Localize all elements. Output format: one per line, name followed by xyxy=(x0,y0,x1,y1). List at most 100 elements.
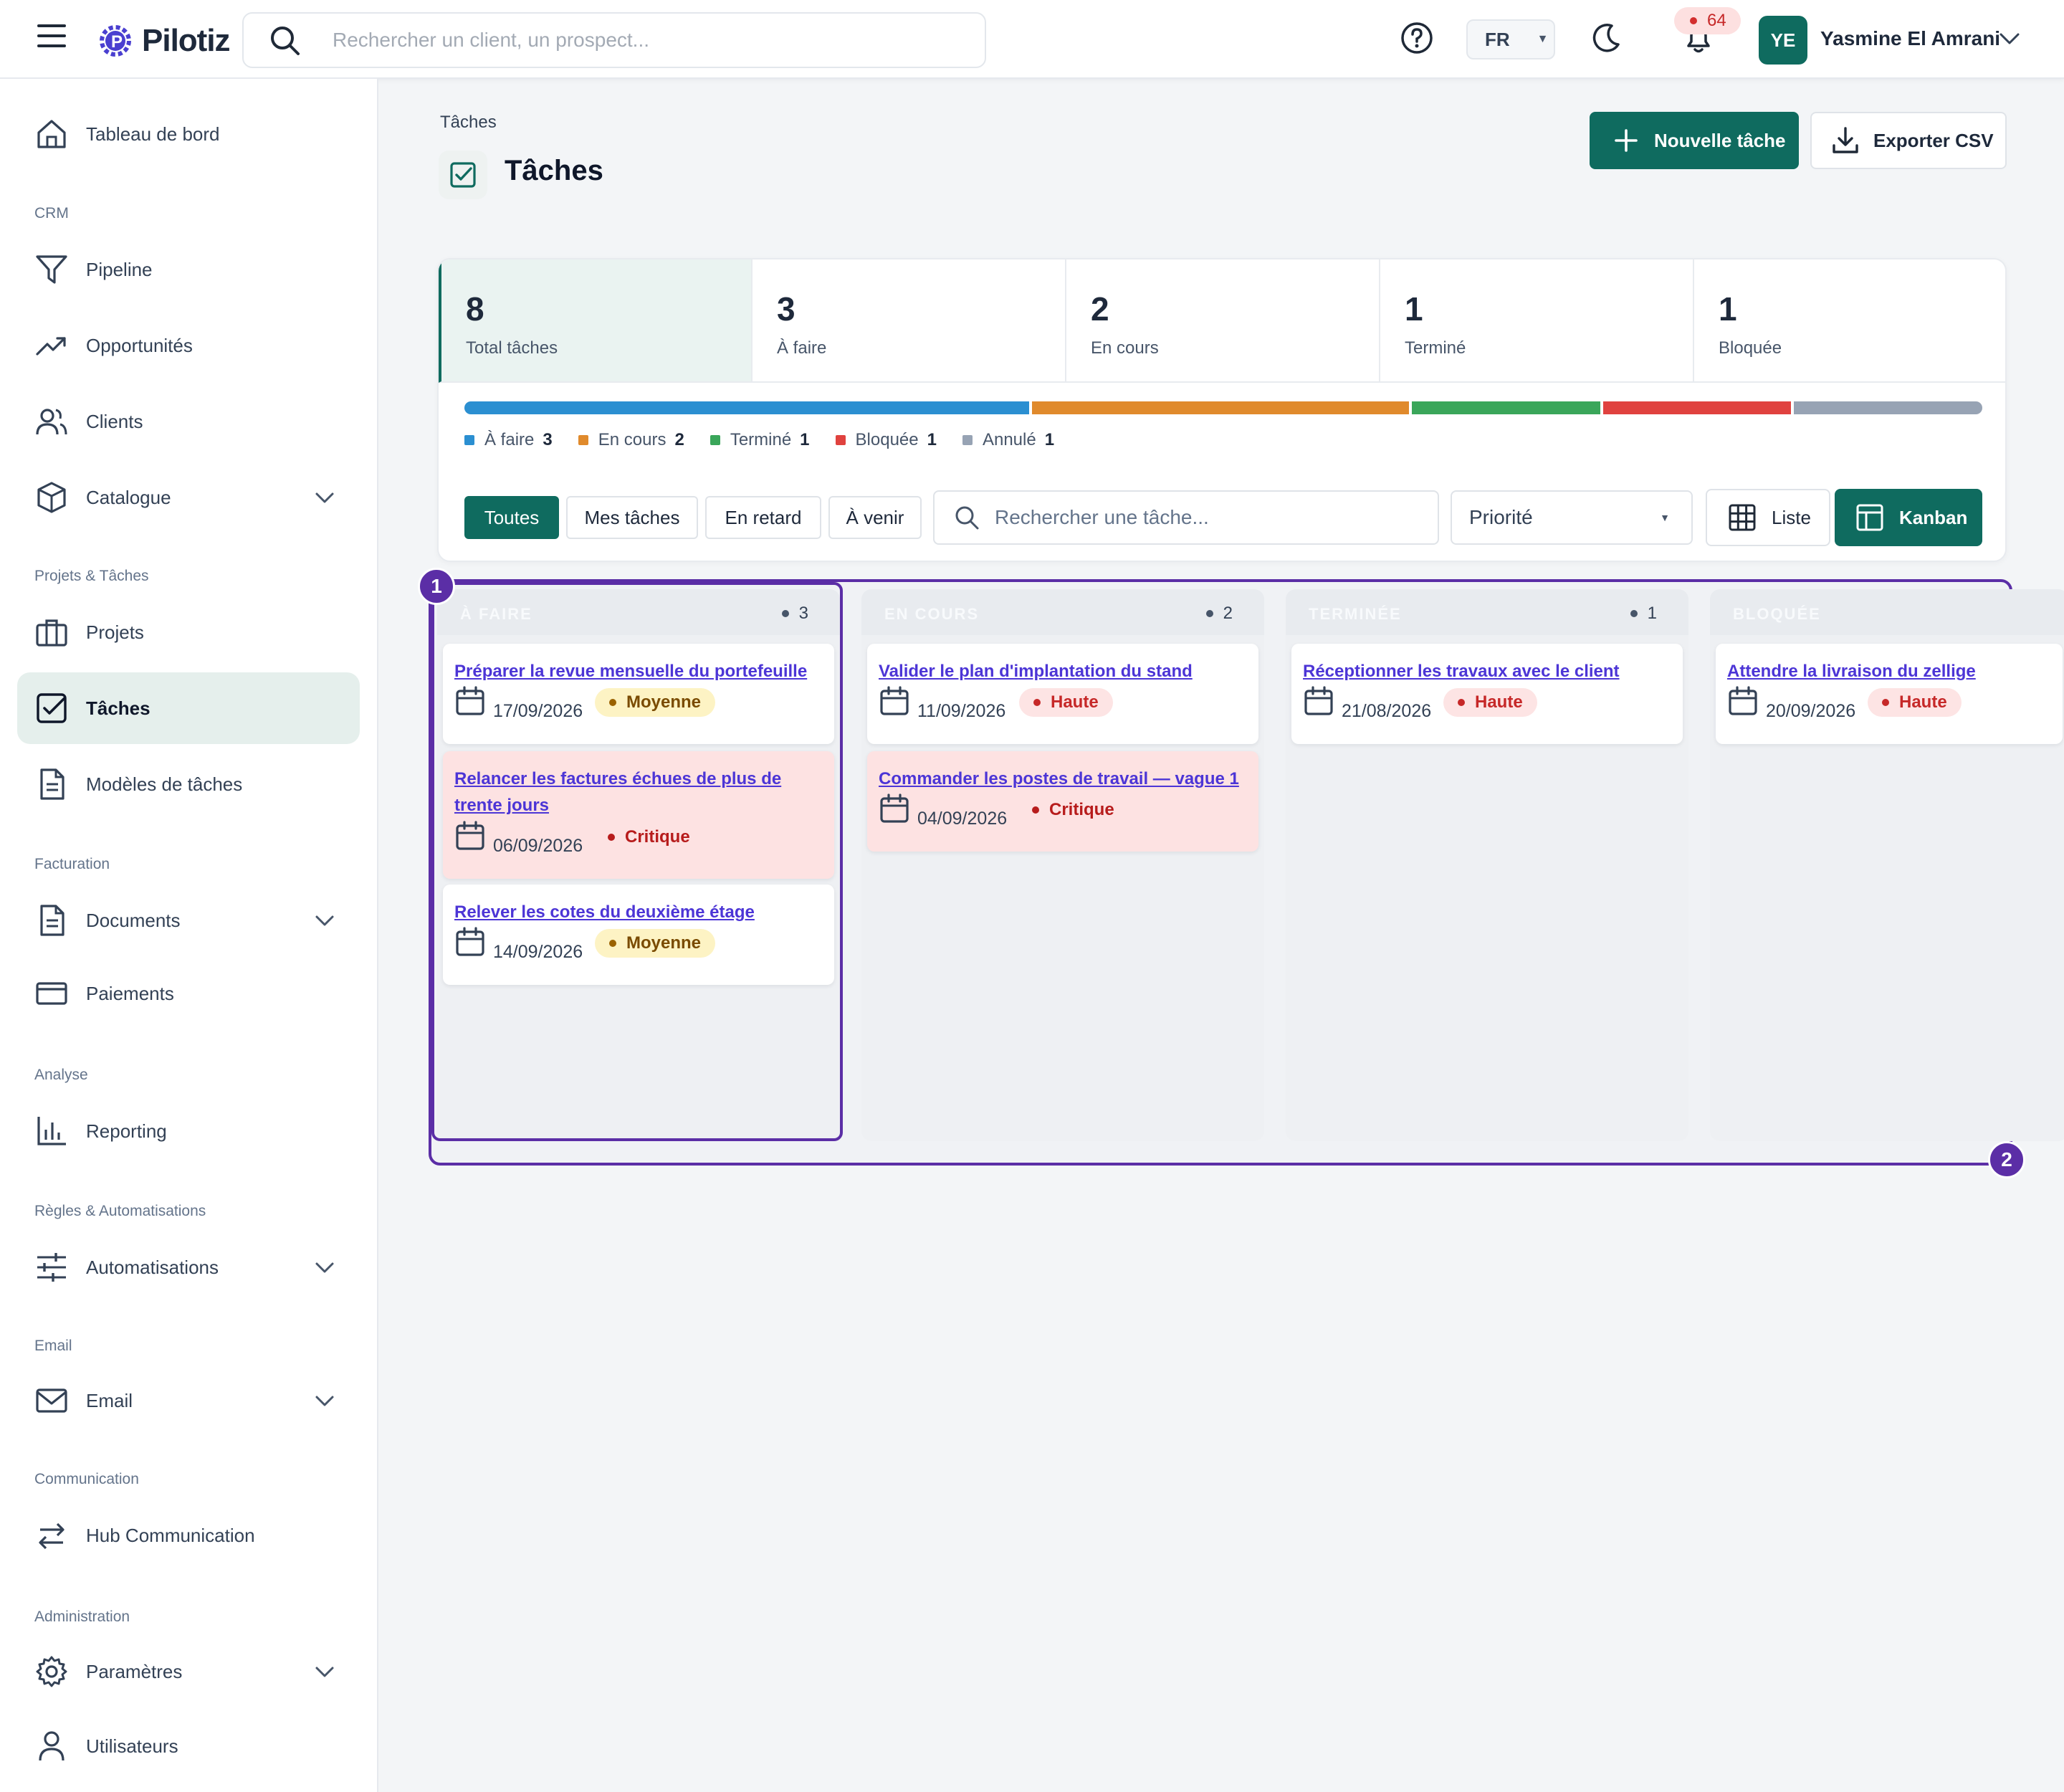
stat-value: 3 xyxy=(777,290,796,328)
task-card[interactable]: Attendre la livraison du zellige 20/09/20… xyxy=(1716,644,2063,744)
view-kanban-button[interactable]: Kanban xyxy=(1835,489,1982,546)
user-name[interactable]: Yasmine El Amrani xyxy=(1820,27,2000,50)
stat-label: Total tâches xyxy=(466,338,558,358)
sidebar-item-projects[interactable]: Projets xyxy=(17,596,360,668)
sidebar-item-hub[interactable]: Hub Communication xyxy=(17,1500,360,1571)
stat-done[interactable]: 1 Terminé xyxy=(1380,259,1694,383)
menu-icon[interactable] xyxy=(37,24,66,50)
sidebar-item-label: Tableau de bord xyxy=(86,123,220,145)
priority-label: Haute xyxy=(1899,692,1947,712)
task-title-link[interactable]: Commander les postes de travail — vague … xyxy=(879,766,1244,792)
kanban-column: EN COURS 2 Valider le plan d'implantation … xyxy=(861,589,1264,1141)
sidebar-item-label: Paramètres xyxy=(86,1660,183,1682)
priority-label: Critique xyxy=(1049,800,1114,819)
legend-swatch xyxy=(464,435,474,445)
task-search-input[interactable]: Rechercher une tâche... xyxy=(933,490,1439,545)
legend-count: 1 xyxy=(927,430,937,449)
task-title-link[interactable]: Valider le plan d'implantation du stand xyxy=(879,658,1244,685)
sidebar-item-clients[interactable]: Clients xyxy=(17,386,360,457)
sidebar-item-label: Opportunités xyxy=(86,334,193,356)
sidebar-item-label: Catalogue xyxy=(86,486,171,508)
stat-label: Bloquée xyxy=(1719,338,1782,358)
sidebar-item-documents[interactable]: Documents xyxy=(17,885,360,956)
filter-late-button[interactable]: En retard xyxy=(705,496,821,539)
legend-label: À faire xyxy=(484,430,535,449)
language-select[interactable]: FR ▼ xyxy=(1466,19,1555,59)
sidebar-item-label: Documents xyxy=(86,909,181,931)
filter-mine-button[interactable]: Mes tâches xyxy=(566,496,698,539)
sidebar-item-users[interactable]: Utilisateurs xyxy=(17,1710,360,1782)
task-search-placeholder: Rechercher une tâche... xyxy=(995,506,1209,528)
kanban-column: TERMINÉE 1 Réceptionner les travaux avec l… xyxy=(1286,589,1688,1141)
sidebar-item-task-templates[interactable]: Modèles de tâches xyxy=(17,748,360,820)
priority-badge: Haute xyxy=(1868,688,1962,717)
search-icon xyxy=(955,506,979,530)
sidebar-item-settings[interactable]: Paramètres xyxy=(17,1636,360,1707)
column-count: 1 xyxy=(1630,604,1657,624)
export-csv-button[interactable]: Exporter CSV xyxy=(1810,112,2007,169)
sidebar-item-label: Reporting xyxy=(86,1120,167,1142)
stat-todo[interactable]: 3 À faire xyxy=(752,259,1066,383)
legend-swatch xyxy=(962,435,973,445)
section-rules: Règles & Automatisations xyxy=(34,1203,206,1219)
plus-icon xyxy=(1615,129,1638,152)
legend-item: En cours 2 xyxy=(578,430,684,450)
task-card[interactable]: Commander les postes de travail — vague … xyxy=(867,751,1258,852)
global-search-input[interactable]: Rechercher un client, un prospect... xyxy=(242,12,986,68)
section-billing: Facturation xyxy=(34,856,110,872)
briefcase-icon xyxy=(36,619,67,647)
checkbox-icon xyxy=(450,162,476,188)
mail-icon xyxy=(36,1388,67,1413)
sidebar-item-payments[interactable]: Paiements xyxy=(17,958,360,1029)
notification-badge[interactable]: 64 xyxy=(1674,7,1741,34)
legend-item: Bloquée 1 xyxy=(835,430,937,450)
help-icon[interactable] xyxy=(1399,20,1435,56)
priority-badge: Haute xyxy=(1443,688,1537,717)
task-title-link[interactable]: Attendre la livraison du zellige xyxy=(1727,658,2050,685)
stat-value: 1 xyxy=(1405,290,1423,328)
notification-count: 64 xyxy=(1707,11,1726,30)
sidebar-item-catalog[interactable]: Catalogue xyxy=(17,462,360,533)
sidebar-item-email[interactable]: Email xyxy=(17,1365,360,1436)
priority-label: Haute xyxy=(1051,692,1099,712)
filter-upcoming-button[interactable]: À venir xyxy=(828,496,922,539)
task-card[interactable]: Valider le plan d'implantation du stand 1… xyxy=(867,644,1258,744)
sidebar-item-dashboard[interactable]: Tableau de bord xyxy=(17,98,360,170)
sidebar-item-opportunities[interactable]: Opportunités xyxy=(17,310,360,381)
progress-segment xyxy=(1794,401,1982,414)
task-due-date: 21/08/2026 xyxy=(1342,701,1432,721)
stat-total[interactable]: 8 Total tâches xyxy=(439,259,752,383)
stat-blocked[interactable]: 1 Bloquée xyxy=(1694,259,2005,383)
sidebar-item-automations[interactable]: Automatisations xyxy=(17,1231,360,1303)
task-due-date: 20/09/2026 xyxy=(1766,701,1856,721)
legend-item: À faire 3 xyxy=(464,430,553,450)
language-code: FR xyxy=(1485,28,1510,50)
download-icon xyxy=(1833,127,1858,153)
task-due-date: 04/09/2026 xyxy=(917,809,1008,829)
sidebar-item-tasks[interactable]: Tâches xyxy=(17,672,360,744)
sliders-icon xyxy=(37,1253,66,1282)
new-task-button[interactable]: Nouvelle tâche xyxy=(1590,112,1799,169)
legend-count: 3 xyxy=(543,430,553,449)
progress-segment xyxy=(1411,401,1600,414)
view-list-button[interactable]: Liste xyxy=(1706,489,1830,546)
task-title-link[interactable]: Réceptionner les travaux avec le client xyxy=(1303,658,1668,685)
column-header: TERMINÉE 1 xyxy=(1286,589,1688,635)
filter-all-button[interactable]: Toutes xyxy=(464,496,559,539)
column-count: 2 xyxy=(1205,604,1233,624)
stat-in-progress[interactable]: 2 En cours xyxy=(1066,259,1380,383)
sidebar-item-pipeline[interactable]: Pipeline xyxy=(17,234,360,305)
breadcrumb[interactable]: Tâches xyxy=(440,113,497,133)
legend-swatch xyxy=(835,435,846,445)
chevron-down-icon[interactable] xyxy=(1997,26,2022,52)
priority-select[interactable]: Priorité ▼ xyxy=(1451,490,1693,545)
logo[interactable]: P Pilotiz xyxy=(93,19,231,63)
avatar[interactable]: YE xyxy=(1759,16,1807,65)
sidebar-item-reporting[interactable]: Reporting xyxy=(17,1095,360,1167)
task-card[interactable]: Réceptionner les travaux avec le client 2… xyxy=(1291,644,1683,744)
priority-dot-icon xyxy=(1458,699,1465,706)
priority-badge: Critique xyxy=(1018,796,1129,824)
moon-icon[interactable] xyxy=(1588,20,1624,56)
legend-count: 2 xyxy=(674,430,684,449)
legend-swatch xyxy=(578,435,588,445)
